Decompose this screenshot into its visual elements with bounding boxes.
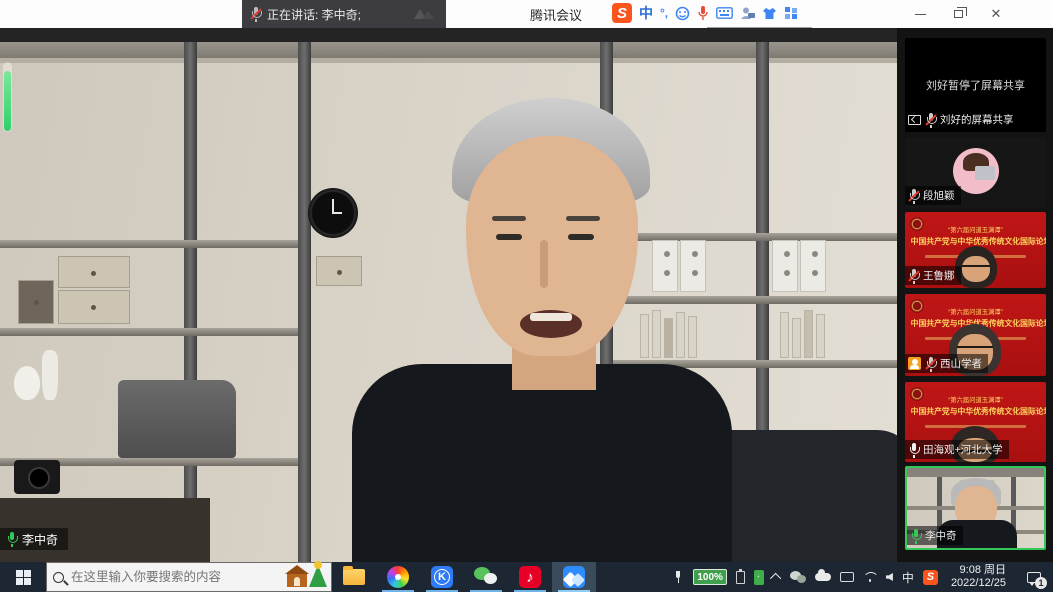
meeting-window: 正在讲话: 李中奇; 腾讯会议 S 中 °, ✕ 语音(快捷键被禁用): [0, 0, 1053, 592]
battery-icon[interactable]: [736, 571, 745, 584]
wall-clock: [308, 188, 358, 238]
voice-input-icon[interactable]: [697, 5, 709, 21]
windows-taskbar: K ♪ 100% 中 S 9:08 周日 2022/12/25 1: [0, 562, 1053, 592]
system-tray: 100% 中 S 9:08 周日 2022/12/25 1: [672, 562, 1053, 592]
wechat-tray-icon[interactable]: [790, 571, 806, 584]
start-button[interactable]: [0, 562, 46, 592]
sogou-tray-icon[interactable]: S: [923, 570, 938, 585]
muted-mic-icon: [908, 189, 919, 203]
ime-language-toggle[interactable]: 中: [639, 3, 653, 23]
forum-banner-line2: 中国共产党与中华优秀传统文化国际论坛: [911, 405, 1041, 416]
taskbar-app-k[interactable]: K: [420, 562, 464, 592]
active-mic-icon: [908, 443, 919, 457]
tile-label: 田海观+河北大学: [905, 440, 1009, 459]
phone-charging-icon[interactable]: [754, 570, 764, 585]
volume-icon[interactable]: [886, 573, 893, 581]
muted-mic-icon: [925, 357, 936, 371]
taskbar-app-tencent-meeting[interactable]: [552, 562, 596, 592]
wifi-icon[interactable]: [863, 572, 877, 582]
tray-overflow-chevron-icon[interactable]: [770, 573, 781, 584]
pinwheel-browser-icon: [387, 566, 409, 588]
participant-tile-screen-share[interactable]: 刘好暂停了屏幕共享 刘好的屏幕共享: [905, 38, 1046, 132]
title-bar: 正在讲话: 李中奇; 腾讯会议 S 中 °, ✕: [0, 0, 1053, 28]
muted-mic-icon: [925, 113, 936, 127]
forum-banner-line1: “第六届问道玉渊潭”: [912, 308, 1039, 317]
search-input[interactable]: [71, 570, 261, 584]
taskbar-search[interactable]: [46, 562, 332, 592]
tile-label: 李中奇: [907, 526, 963, 545]
netease-music-icon: ♪: [519, 566, 541, 588]
volume-level-indicator: [3, 62, 12, 132]
speaking-mic-icon: [910, 529, 921, 543]
muted-mic-icon: [250, 7, 261, 21]
sogou-logo-icon[interactable]: S: [612, 3, 632, 23]
speaker-name-text: 李中奇: [22, 531, 58, 548]
camera-decor: [14, 460, 60, 494]
window-controls: ✕: [901, 0, 1015, 28]
speaking-mic-icon: [6, 532, 17, 546]
notification-center-button[interactable]: 1: [1019, 562, 1049, 592]
notification-count-badge: 1: [1035, 577, 1047, 589]
participant-name-text: 李中奇: [925, 528, 957, 543]
restore-button[interactable]: [939, 0, 977, 28]
battery-status-badge[interactable]: 100%: [693, 569, 727, 585]
speaking-indicator-tab[interactable]: 正在讲话: 李中奇;: [242, 0, 446, 28]
forum-banner-line1: “第六届问道玉渊潭”: [912, 396, 1039, 405]
profile-badge-icon: [908, 357, 921, 370]
taskbar-app-wechat[interactable]: [464, 562, 508, 592]
screen-share-icon: [908, 115, 921, 125]
minimize-button[interactable]: [901, 0, 939, 28]
tencent-meeting-logo-icon: [412, 7, 438, 21]
laptop-decor: [118, 380, 236, 458]
search-icon: [53, 572, 64, 583]
taskbar-app-file-explorer[interactable]: [332, 562, 376, 592]
participant-name-text: 王鲁娜: [923, 268, 955, 283]
emoji-picker-icon[interactable]: [675, 6, 690, 21]
holiday-search-highlight-icon[interactable]: [287, 565, 327, 587]
skin-shirt-icon[interactable]: [762, 7, 777, 20]
account-icon[interactable]: [740, 6, 755, 20]
cloud-sync-icon[interactable]: [815, 573, 831, 581]
sogou-ime-toolbar: S 中 °,: [612, 2, 798, 24]
participant-name-text: 段旭颖: [923, 188, 955, 203]
participant-tile-avatar[interactable]: 段旭颖: [905, 138, 1046, 208]
wechat-icon: [474, 567, 498, 587]
muted-mic-icon: [908, 269, 919, 283]
participant-name-text: 田海观+河北大学: [923, 442, 1003, 457]
taskbar-clock[interactable]: 9:08 周日 2022/12/25: [947, 564, 1010, 590]
forum-banner-line2: 中国共产党与中华优秀传统文化国际论坛: [911, 235, 1041, 246]
speaking-status-text: 正在讲话: 李中奇;: [267, 6, 361, 23]
soft-keyboard-icon[interactable]: [716, 7, 733, 19]
windows-logo-icon: [16, 570, 31, 585]
clock-date: 2022/12/25: [951, 577, 1006, 590]
participant-tile-video[interactable]: “第六届问道玉渊潭” 中国共产党与中华优秀传统文化国际论坛 王鲁娜: [905, 212, 1046, 288]
main-speaker-label: 李中奇: [0, 528, 68, 550]
forum-banner-line1: “第六届问道玉渊潭”: [912, 226, 1039, 235]
tile-label: 段旭颖: [905, 186, 961, 205]
tile-label: 西山学者: [905, 354, 988, 373]
clock-time: 9:08 周日: [951, 564, 1006, 577]
tile-label: 王鲁娜: [905, 266, 961, 285]
ime-menu-grid-icon[interactable]: [784, 6, 798, 20]
participant-tile-video[interactable]: “第六届问道玉渊潭” 中国共产党与中华优秀传统文化国际论坛 西山学者: [905, 294, 1046, 376]
taskbar-app-netease-music[interactable]: ♪: [508, 562, 552, 592]
close-button[interactable]: ✕: [977, 0, 1015, 28]
participant-sidebar: 刘好暂停了屏幕共享 刘好的屏幕共享 段旭颖 “第六届问道玉渊潭” 中国共产党与中…: [897, 28, 1053, 562]
ime-language-indicator[interactable]: 中: [902, 569, 914, 586]
main-video[interactable]: 李中奇: [0, 28, 897, 562]
k-app-icon: K: [431, 566, 453, 588]
power-plug-icon[interactable]: [672, 571, 684, 583]
participant-tile-video[interactable]: “第六届问道玉渊潭” 中国共产党与中华优秀传统文化国际论坛 田海观+河北大学: [905, 382, 1046, 462]
share-paused-message: 刘好暂停了屏幕共享: [905, 77, 1046, 93]
device-icon[interactable]: [840, 572, 854, 582]
file-explorer-icon: [343, 569, 365, 585]
tile-label: 刘好的屏幕共享: [905, 110, 1020, 129]
participant-tile-active-speaker[interactable]: 李中奇: [905, 466, 1046, 550]
participant-name-text: 刘好的屏幕共享: [940, 112, 1014, 127]
ime-punctuation-toggle[interactable]: °,: [660, 6, 668, 20]
taskbar-app-browser[interactable]: [376, 562, 420, 592]
tencent-meeting-icon: [563, 566, 585, 588]
participant-name-text: 西山学者: [940, 356, 982, 371]
